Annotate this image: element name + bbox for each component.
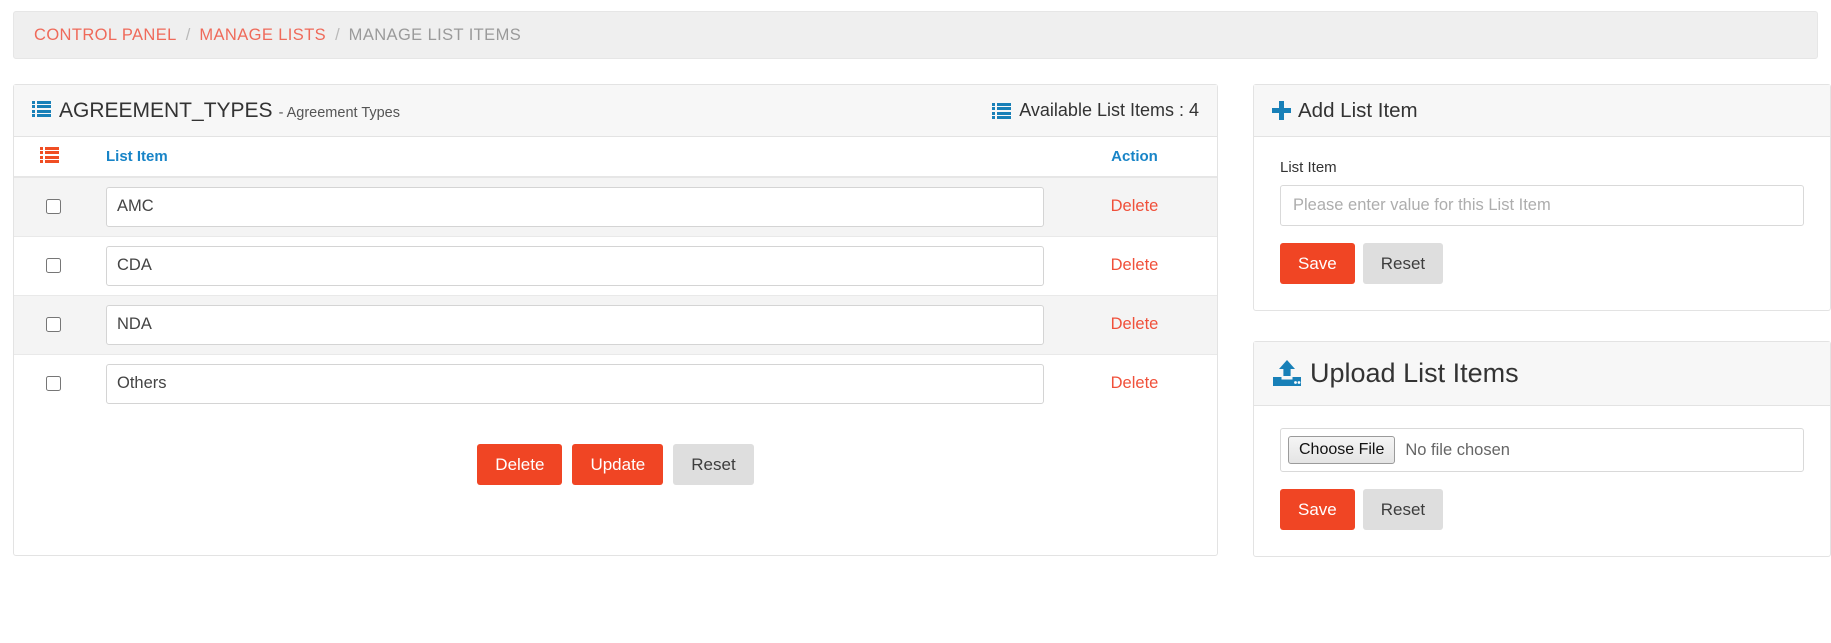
row-value-cell	[92, 353, 1052, 413]
column-header-select	[14, 137, 92, 178]
available-list-items-count: Available List Items : 4	[1019, 100, 1199, 120]
row-select-cell	[14, 176, 92, 236]
row-checkbox[interactable]	[45, 199, 61, 215]
plus-icon	[1272, 101, 1291, 120]
add-list-item-input[interactable]	[1280, 185, 1804, 226]
table-body: Delete Delete	[14, 176, 1217, 413]
page-root: CONTROL PANEL / MANAGE LISTS / MANAGE LI…	[0, 0, 1831, 643]
delete-row-link[interactable]: Delete	[1111, 256, 1159, 274]
table-row: Delete	[14, 353, 1217, 413]
list-items-panel: AGREEMENT_TYPES - Agreement Types Availa…	[13, 84, 1218, 556]
add-list-item-title: Add List Item	[1298, 98, 1418, 122]
available-count-group: Available List Items : 4	[992, 100, 1199, 121]
add-list-item-panel: Add List Item List Item Save Reset	[1253, 84, 1831, 311]
table-actions: Delete Update Reset	[14, 444, 1217, 485]
row-checkbox[interactable]	[45, 376, 61, 392]
add-list-item-actions: Save Reset	[1280, 243, 1804, 284]
update-button[interactable]: Update	[572, 444, 664, 485]
file-input-wrapper[interactable]: Choose File No file chosen	[1280, 428, 1804, 472]
upload-list-items-header: Upload List Items	[1254, 342, 1830, 406]
row-checkbox[interactable]	[45, 316, 61, 332]
column-header-action: Action	[1052, 137, 1217, 178]
delete-row-link[interactable]: Delete	[1111, 374, 1159, 392]
list-item-field-label: List Item	[1280, 159, 1337, 176]
list-item-input[interactable]	[106, 245, 1044, 286]
add-reset-button[interactable]: Reset	[1362, 243, 1444, 284]
breadcrumb-separator: /	[335, 25, 340, 44]
right-column: Add List Item List Item Save Reset	[1253, 84, 1831, 557]
file-chosen-status: No file chosen	[1405, 440, 1510, 459]
list-item-input[interactable]	[106, 186, 1044, 227]
row-action-cell: Delete	[1052, 353, 1217, 413]
list-items-panel-header: AGREEMENT_TYPES - Agreement Types Availa…	[14, 85, 1217, 137]
delete-row-link[interactable]: Delete	[1111, 315, 1159, 333]
delete-selected-button[interactable]: Delete	[477, 444, 563, 485]
reset-table-button[interactable]: Reset	[673, 444, 754, 485]
row-action-cell: Delete	[1052, 235, 1217, 295]
list-icon	[32, 100, 51, 117]
list-description: - Agreement Types	[278, 104, 400, 121]
breadcrumb-separator: /	[185, 25, 191, 44]
table-row: Delete	[14, 235, 1217, 295]
upload-reset-button[interactable]: Reset	[1362, 489, 1444, 530]
row-value-cell	[92, 294, 1052, 354]
column-header-list-item: List Item	[92, 137, 1052, 178]
add-list-item-body: List Item Save Reset	[1254, 137, 1830, 310]
list-icon	[992, 102, 1012, 119]
add-list-item-header: Add List Item	[1254, 85, 1830, 137]
row-value-cell	[92, 176, 1052, 236]
choose-file-button[interactable]: Choose File	[1288, 436, 1396, 464]
breadcrumb-item-manage-list-items: MANAGE LIST ITEMS	[348, 25, 522, 44]
upload-save-button[interactable]: Save	[1280, 489, 1355, 530]
row-action-cell: Delete	[1052, 294, 1217, 354]
breadcrumb: CONTROL PANEL / MANAGE LISTS / MANAGE LI…	[13, 11, 1818, 59]
row-checkbox[interactable]	[45, 257, 61, 273]
upload-actions: Save Reset	[1280, 489, 1804, 530]
row-value-cell	[92, 235, 1052, 295]
upload-list-items-panel: Upload List Items Choose File No file ch…	[1253, 341, 1831, 557]
list-icon	[39, 146, 59, 163]
table-header-row: List Item Action	[14, 137, 1217, 178]
row-select-cell	[14, 235, 92, 295]
delete-row-link[interactable]: Delete	[1111, 197, 1159, 215]
add-save-button[interactable]: Save	[1280, 243, 1355, 284]
upload-icon	[1272, 360, 1302, 387]
row-select-cell	[14, 294, 92, 354]
breadcrumb-item-manage-lists[interactable]: MANAGE LISTS	[199, 26, 326, 45]
upload-list-items-body: Choose File No file chosen Save Reset	[1254, 406, 1830, 556]
list-items-table: List Item Action Delete	[14, 137, 1217, 413]
table-head: List Item Action	[14, 137, 1217, 178]
list-item-input[interactable]	[106, 304, 1044, 345]
list-item-input[interactable]	[106, 363, 1044, 404]
upload-list-items-title: Upload List Items	[1310, 358, 1519, 388]
list-name: AGREEMENT_TYPES	[59, 98, 273, 122]
row-select-cell	[14, 353, 92, 413]
breadcrumb-item-control-panel[interactable]: CONTROL PANEL	[34, 26, 177, 45]
list-title-group: AGREEMENT_TYPES - Agreement Types	[32, 99, 400, 123]
table-row: Delete	[14, 294, 1217, 354]
row-action-cell: Delete	[1052, 176, 1217, 236]
table-row: Delete	[14, 176, 1217, 236]
